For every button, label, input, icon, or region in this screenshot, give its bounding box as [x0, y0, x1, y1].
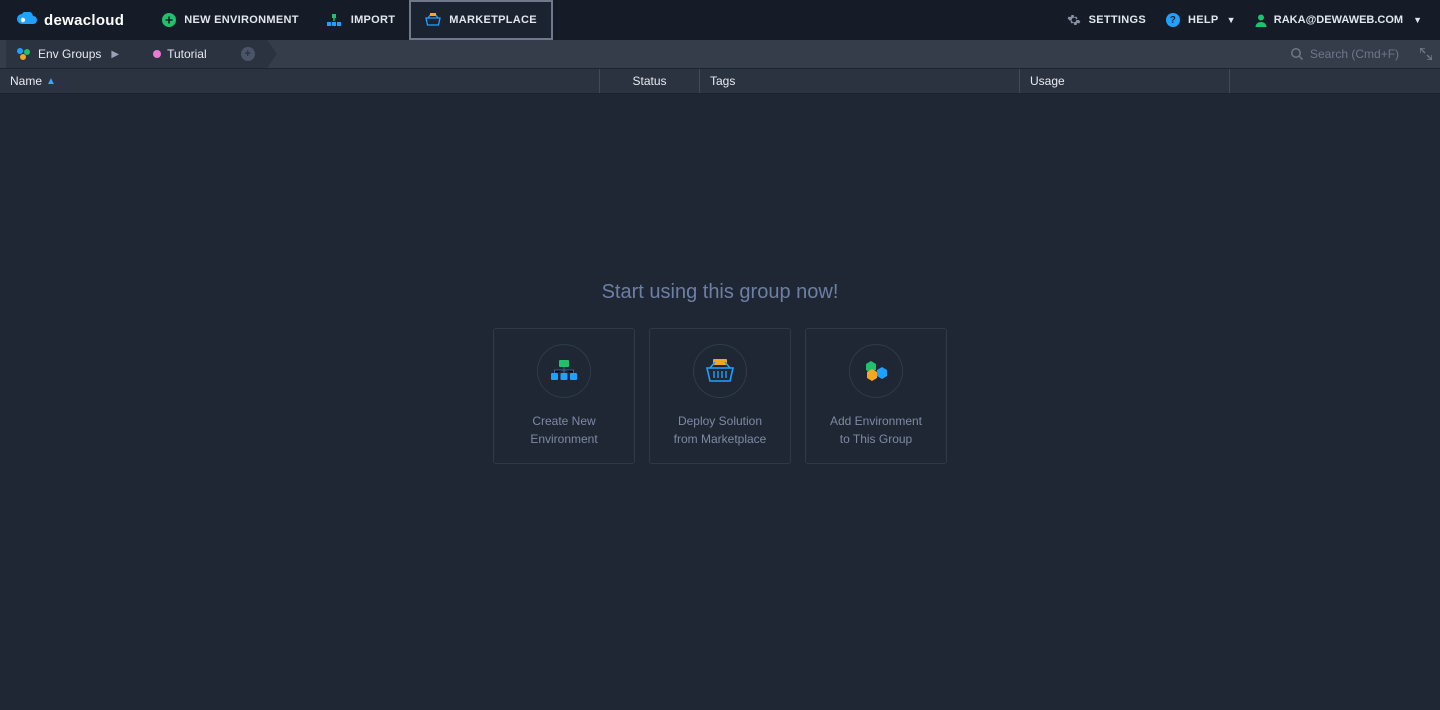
import-icon — [327, 13, 343, 27]
breadcrumb-env-groups-label: Env Groups — [38, 47, 101, 61]
fullscreen-button[interactable] — [1416, 44, 1436, 64]
cloud-logo-icon — [16, 12, 38, 28]
create-env-icon — [550, 360, 578, 382]
sort-asc-icon: ▲ — [46, 76, 56, 87]
caret-down-icon: ▼ — [1227, 15, 1236, 25]
card-deploy-mkt-label: Deploy Solution from Marketplace — [668, 412, 773, 448]
card-add-group-label: Add Environment to This Group — [824, 412, 928, 448]
marketplace-basket-icon — [425, 13, 441, 27]
marketplace-button[interactable]: MARKETPLACE — [409, 0, 553, 40]
card-deploy-marketplace[interactable]: Deploy Solution from Marketplace — [649, 328, 791, 464]
column-status-label: Status — [632, 74, 666, 88]
new-environment-button[interactable]: NEW ENVIRONMENT — [148, 0, 313, 40]
column-header-spacer — [1230, 69, 1440, 93]
new-environment-label: NEW ENVIRONMENT — [184, 14, 299, 26]
help-label: HELP — [1188, 14, 1219, 26]
chevron-right-icon: ▶ — [111, 49, 119, 60]
gear-icon — [1067, 13, 1081, 27]
help-icon: ? — [1166, 13, 1180, 27]
breadcrumb-current-group[interactable]: Tutorial — [135, 40, 223, 68]
breadcrumb-bar: Env Groups ▶ Tutorial + — [0, 40, 1440, 68]
main-content: Start using this group now! Create New E… — [0, 94, 1440, 710]
import-label: IMPORT — [351, 14, 396, 26]
card-create-environment[interactable]: Create New Environment — [493, 328, 635, 464]
group-color-dot — [153, 50, 161, 58]
column-header-tags[interactable]: Tags — [700, 69, 1020, 93]
brand-name: dewacloud — [44, 12, 124, 29]
column-tags-label: Tags — [710, 74, 735, 88]
column-header-row: Name ▲ Status Tags Usage — [0, 68, 1440, 94]
create-env-iconcircle — [537, 344, 591, 398]
add-group-iconcircle — [849, 344, 903, 398]
settings-label: SETTINGS — [1089, 14, 1146, 26]
search-box[interactable] — [1290, 40, 1410, 68]
column-usage-label: Usage — [1030, 74, 1065, 88]
hex-cluster-icon — [861, 359, 891, 383]
marketplace-basket-large-icon — [705, 359, 735, 383]
top-toolbar: dewacloud NEW ENVIRONMENT IMPORT MARKETP… — [0, 0, 1440, 40]
breadcrumb-env-groups[interactable]: Env Groups ▶ — [6, 40, 135, 68]
card-create-env-label: Create New Environment — [524, 412, 603, 448]
env-groups-icon — [16, 47, 32, 61]
settings-button[interactable]: SETTINGS — [1057, 0, 1156, 40]
user-icon — [1254, 13, 1268, 27]
brand-logo[interactable]: dewacloud — [16, 12, 124, 29]
plus-circle-icon — [162, 13, 176, 27]
svg-text:?: ? — [1170, 15, 1176, 26]
breadcrumb-group-label: Tutorial — [167, 47, 207, 61]
empty-state-title: Start using this group now! — [602, 281, 839, 304]
search-icon — [1290, 47, 1304, 61]
import-button[interactable]: IMPORT — [313, 0, 410, 40]
plus-icon: + — [241, 47, 255, 61]
help-button[interactable]: ? HELP ▼ — [1156, 0, 1246, 40]
user-menu[interactable]: RAKA@DEWAWEB.COM ▼ — [1246, 13, 1430, 27]
empty-state-cards: Create New Environment Deploy Solution f… — [493, 328, 947, 464]
caret-down-icon: ▼ — [1413, 15, 1422, 25]
marketplace-label: MARKETPLACE — [449, 14, 537, 26]
card-add-to-group[interactable]: Add Environment to This Group — [805, 328, 947, 464]
deploy-mkt-iconcircle — [693, 344, 747, 398]
user-email: RAKA@DEWAWEB.COM — [1274, 14, 1403, 26]
column-name-label: Name — [10, 74, 42, 88]
column-header-status[interactable]: Status — [600, 69, 700, 93]
search-input[interactable] — [1310, 47, 1400, 61]
column-header-name[interactable]: Name ▲ — [0, 69, 600, 93]
column-header-usage[interactable]: Usage — [1020, 69, 1230, 93]
expand-icon — [1420, 48, 1432, 60]
